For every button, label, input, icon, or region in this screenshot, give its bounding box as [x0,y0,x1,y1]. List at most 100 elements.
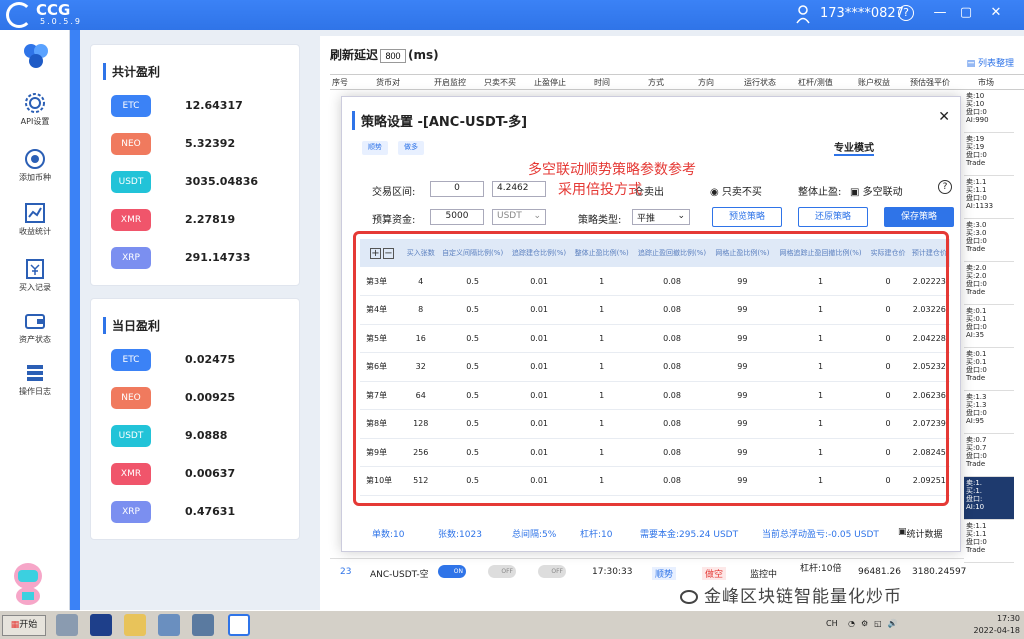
start-button[interactable]: ▦开始 [2,615,46,636]
sidebar-item-buy-records[interactable]: 买入记录 [0,258,70,304]
cube-app-icon[interactable] [158,614,180,636]
budget-label: 预算资金: [372,215,416,226]
sell-only-label: 只卖不买 [721,187,762,198]
summary-range: 总间隔:5% [512,530,557,540]
restore-strategy-button[interactable]: 还原策略 [798,207,868,227]
folder-icon[interactable] [124,614,146,636]
sidebar-item-add-coin[interactable]: 添加币种 [0,148,70,194]
range-max-input[interactable]: 4.2462 [492,181,546,197]
yen-doc-icon [26,259,44,279]
coin-value: 0.47631 [185,505,236,518]
save-strategy-button[interactable]: 保存策略 [884,207,954,227]
sidebar-item-label: 操作日志 [19,387,51,396]
sidebar-item-profit-stats[interactable]: 收益统计 [0,202,70,248]
range-label: 交易区间: [372,187,416,198]
wallet-icon [25,314,45,329]
sell-only-toggle[interactable]: OFF [488,565,516,578]
sidebar: API设置 添加币种 收益统计 买入记录 资产状态 操作日志 [0,30,70,610]
column-header: 杠杆/测值 [798,78,833,87]
sell-only-radio[interactable]: ◉ 只卖不买 [710,183,762,198]
powershell-icon[interactable] [90,614,112,636]
coin-value: 0.02475 [185,353,236,366]
sidebar-item-operation-log[interactable]: 操作日志 [0,362,70,408]
network-app-icon[interactable] [56,614,78,636]
market-cell: 卖:1.1 买:1.1 盘口:0 AI:1133 [964,176,1014,219]
sidebar-item-label: API设置 [20,117,50,126]
sidebar-item-label: 买入记录 [19,283,51,292]
market-cell: 卖:0.7 买:0.7 盘口:0 Trade [964,434,1014,477]
sidebar-accent [70,30,80,610]
summary-orders: 单数:10 [372,530,405,540]
refresh-delay: 刷新延迟 (ms) [330,46,439,63]
ccg-taskbar-icon[interactable] [228,614,250,636]
total-profit-card: 共计盈利 ETC 12.64317 NEO 5.32392 USDT 3035.048… [90,44,300,286]
profit-row-etc: ETC 12.64317 [111,95,291,121]
tray-icons[interactable]: ◔⚙◱🔊 [848,619,904,628]
close-icon[interactable]: ✕ [988,4,1004,22]
linkage-checkbox[interactable]: ▣ 多空联动 [850,183,903,198]
strategy-type-value: 平推 [637,214,656,224]
language-indicator[interactable]: CH [826,619,838,628]
robot-mascot-icon [14,563,42,605]
clock-date: 2022-04-18 [973,626,1021,635]
row-time: 17:30:33 [592,567,633,577]
summary-leverage: 杠杆:10 [580,530,613,540]
linkage-label: 多空联动 [862,187,903,198]
coin-badge: XRP [111,501,151,523]
column-header: 账户权益 [858,78,890,87]
column-header: 预估强平价 [910,78,950,87]
preview-strategy-button[interactable]: 预览策略 [712,207,782,227]
direction-tag: 做多 [398,141,424,155]
dialog-title: 策略设置 -[ANC-USDT-多] [352,111,527,130]
market-cell: 卖:10 买:10 盘口:0 AI:990 [964,90,1014,133]
market-cell: 卖:2.0 买:2.0 盘口:0 Trade [964,262,1014,305]
column-header: 运行状态 [744,78,776,87]
summary-float-pnl: 当前总浮动盈亏:-0.05 USDT [762,530,879,540]
cube-app-icon[interactable] [192,614,214,636]
coin-badge: XRP [111,247,151,269]
close-icon[interactable]: ✕ [938,109,950,125]
gear-icon [25,93,45,113]
market-cell: 卖:19 买:19 盘口:0 Trade [964,133,1014,176]
coin-value: 3035.04836 [185,175,259,188]
market-cell: 卖:3.0 买:3.0 盘口:0 Trade [964,219,1014,262]
brand-icon [24,44,48,68]
help-icon[interactable]: ? [898,5,914,21]
range-min-input[interactable]: 0 [430,181,484,197]
tab-pro-mode[interactable]: 专业模式 [834,139,874,156]
table-header: 序号 货币对 开启监控 只卖不买 止盈停止 时间 方式 方向 运行状态 杠杆/测… [330,74,1024,90]
currency-select[interactable]: USDT ⌄ [492,209,546,225]
user-icon[interactable] [796,4,810,24]
list-organize-link[interactable]: ▤ 列表整理 [967,56,1014,69]
watermark-text: 金峰区块链智能量化炒币 [704,587,902,607]
coin-badge: ETC [111,349,151,371]
stop-profit-label: 整体止盈: [798,187,842,198]
help-icon[interactable]: ? [938,180,952,194]
column-header: 市场 [978,78,994,87]
stop-profit-toggle[interactable]: OFF [538,565,566,578]
stats-checkbox[interactable]: ▣ 统计数据 [898,527,943,540]
sidebar-item-asset-status[interactable]: 资产状态 [0,310,70,356]
market-cell: 卖:0.1 买:0.1 盘口:0 AI:35 [964,305,1014,348]
clock[interactable]: 17:30 2022-04-18 [974,613,1021,637]
refresh-input[interactable] [380,49,407,63]
row-index: 23 [340,567,352,577]
column-header: 序号 [332,78,348,87]
coin-badge: NEO [111,387,151,409]
watermark: 金峰区块链智能量化炒币 [680,582,902,607]
title-bar: CCG 5.0.5.9 173****0827 ? — ▢ ✕ [0,0,1024,30]
user-account[interactable]: 173****0827 [820,6,904,21]
budget-input[interactable]: 5000 [430,209,484,225]
row-status: 监控中 [750,570,778,580]
sidebar-item-api-settings[interactable]: API设置 [0,92,70,138]
coin-badge: USDT [111,171,151,193]
maximize-icon[interactable]: ▢ [958,4,974,22]
column-header: 货币对 [376,78,400,87]
strategy-type-select[interactable]: 平推 ⌄ [632,209,690,225]
minimize-icon[interactable]: — [932,4,948,22]
strategy-type-label: 策略类型: [578,215,622,226]
coin-value: 9.0888 [185,429,228,442]
monitor-toggle[interactable]: ON [438,565,466,578]
list-link-label: 列表整理 [977,59,1014,69]
row-equity: 96481.26 [858,567,901,577]
